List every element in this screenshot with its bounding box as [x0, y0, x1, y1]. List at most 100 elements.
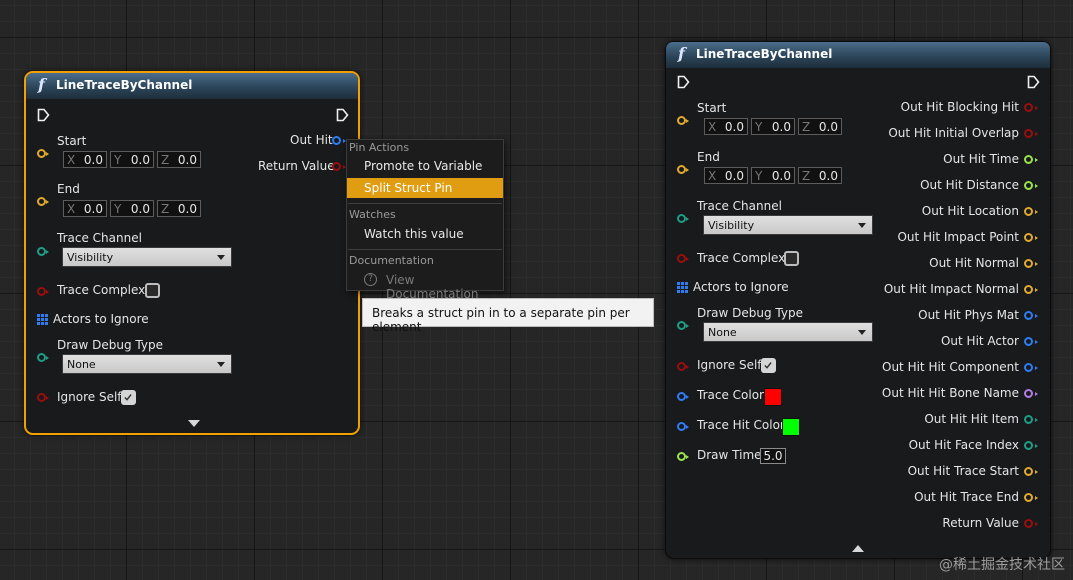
end-vector-input[interactable]: X 0.0 Y 0.0 Z 0.0	[704, 167, 842, 184]
out-hit-pin-icon[interactable]	[332, 136, 346, 145]
actors-to-ignore-label: Actors to Ignore	[53, 312, 149, 326]
end-label: End	[697, 150, 720, 164]
output-pin-icon[interactable]	[1024, 207, 1038, 216]
chevron-down-icon	[217, 362, 225, 367]
start-label: Start	[697, 101, 727, 115]
output-pin-icon[interactable]	[1024, 285, 1038, 294]
start-z-field[interactable]: Z 0.0	[157, 151, 201, 168]
draw-debug-type-label: Draw Debug Type	[57, 338, 163, 352]
trace-complex-checkbox[interactable]	[145, 283, 160, 298]
output-pin-icon[interactable]	[1024, 155, 1038, 164]
output-pin-icon[interactable]	[1024, 493, 1038, 502]
end-pin-icon[interactable]	[37, 197, 49, 206]
draw-time-input[interactable]: 5.0	[760, 448, 786, 464]
watches-header: Watches	[349, 208, 396, 221]
output-pin-icon[interactable]	[1024, 129, 1038, 138]
ignore-self-pin-icon[interactable]	[677, 362, 689, 371]
line-trace-node-left[interactable]: f LineTraceByChannel Start X 0.0 Y 0.0 Z 0.…	[24, 71, 360, 435]
trace-complex-label: Trace Complex	[697, 251, 786, 265]
end-pin-icon[interactable]	[677, 165, 689, 174]
output-label: Out Hit Initial Overlap	[888, 126, 1019, 140]
trace-hit-color-pin-icon[interactable]	[677, 422, 689, 431]
end-vector-input[interactable]: X 0.0 Y 0.0 Z 0.0	[63, 200, 201, 217]
draw-debug-type-pin-icon[interactable]	[37, 353, 49, 362]
end-x-field[interactable]: X 0.0	[63, 200, 107, 217]
output-pin-icon[interactable]	[1024, 441, 1038, 450]
ignore-self-checkbox[interactable]	[761, 358, 776, 373]
start-vector-input[interactable]: X 0.0 Y 0.0 Z 0.0	[704, 118, 842, 135]
chevron-down-icon	[858, 223, 866, 228]
draw-time-pin-icon[interactable]	[677, 452, 689, 461]
trace-color-swatch[interactable]	[764, 388, 782, 406]
end-y-field[interactable]: Y 0.0	[110, 200, 154, 217]
output-pin-icon[interactable]	[1024, 389, 1038, 398]
output-pin-icon[interactable]	[1024, 311, 1038, 320]
trace-complex-checkbox[interactable]	[784, 251, 799, 266]
watermark: @稀土掘金技术社区	[939, 557, 1065, 573]
trace-channel-dropdown[interactable]: Visibility	[703, 215, 873, 235]
node-title: LineTraceByChannel	[56, 78, 193, 92]
pin-actions-header: Pin Actions	[349, 141, 410, 154]
array-pin-icon[interactable]	[37, 314, 48, 325]
node-header[interactable]: f LineTraceByChannel	[666, 42, 1050, 68]
draw-debug-type-pin-icon[interactable]	[677, 321, 689, 330]
expand-advanced-icon[interactable]	[852, 545, 864, 552]
start-x-field[interactable]: X 0.0	[63, 151, 107, 168]
start-pin-icon[interactable]	[37, 149, 49, 158]
draw-debug-type-label: Draw Debug Type	[697, 306, 803, 320]
start-y-field[interactable]: Y 0.0	[751, 118, 795, 135]
trace-complex-pin-icon[interactable]	[37, 287, 49, 296]
output-pin-icon[interactable]	[1024, 233, 1038, 242]
pin-context-menu: Pin Actions Promote to Variable Split St…	[346, 139, 504, 301]
exec-out-pin-icon[interactable]	[1027, 75, 1040, 89]
output-pin-icon[interactable]	[1024, 467, 1038, 476]
draw-debug-type-dropdown[interactable]: None	[703, 322, 873, 342]
view-documentation-item[interactable]: ? View Documentation	[347, 270, 503, 301]
start-pin-icon[interactable]	[677, 116, 689, 125]
actors-to-ignore-label: Actors to Ignore	[693, 280, 789, 294]
start-x-field[interactable]: X 0.0	[704, 118, 748, 135]
trace-complex-pin-icon[interactable]	[677, 254, 689, 263]
ignore-self-label: Ignore Self	[57, 390, 122, 404]
trace-channel-pin-icon[interactable]	[37, 247, 49, 256]
ignore-self-pin-icon[interactable]	[37, 393, 49, 402]
end-y-field[interactable]: Y 0.0	[751, 167, 795, 184]
output-label: Out Hit Location	[921, 204, 1019, 218]
promote-to-variable-item[interactable]: Promote to Variable	[347, 156, 503, 176]
return-value-pin-icon[interactable]	[332, 162, 346, 171]
trace-channel-dropdown[interactable]: Visibility	[62, 247, 232, 267]
node-title: LineTraceByChannel	[696, 47, 833, 61]
output-pin-icon[interactable]	[1024, 181, 1038, 190]
exec-in-pin-icon[interactable]	[37, 108, 50, 122]
end-x-field[interactable]: X 0.0	[704, 167, 748, 184]
trace-color-pin-icon[interactable]	[677, 392, 689, 401]
output-label: Out Hit Trace End	[914, 490, 1019, 504]
end-z-field[interactable]: Z 0.0	[798, 167, 842, 184]
collapse-advanced-icon[interactable]	[188, 420, 200, 427]
ignore-self-checkbox[interactable]	[121, 390, 136, 405]
output-pin-icon[interactable]	[1024, 259, 1038, 268]
output-pin-icon[interactable]	[1024, 103, 1038, 112]
exec-in-pin-icon[interactable]	[677, 75, 690, 89]
output-label: Return Value	[942, 516, 1019, 530]
output-pin-icon[interactable]	[1024, 519, 1038, 528]
trace-channel-pin-icon[interactable]	[677, 214, 689, 223]
output-pin-icon[interactable]	[1024, 337, 1038, 346]
exec-out-pin-icon[interactable]	[336, 108, 349, 122]
output-label: Out Hit Impact Point	[897, 230, 1019, 244]
trace-hit-color-swatch[interactable]	[782, 418, 800, 436]
start-z-field[interactable]: Z 0.0	[798, 118, 842, 135]
watch-this-value-item[interactable]: Watch this value	[347, 224, 503, 244]
output-pin-icon[interactable]	[1024, 415, 1038, 424]
array-pin-icon[interactable]	[677, 282, 688, 293]
line-trace-node-right[interactable]: f LineTraceByChannel Start X 0.0 Y 0.0 Z 0.…	[665, 41, 1051, 559]
end-z-field[interactable]: Z 0.0	[157, 200, 201, 217]
start-y-field[interactable]: Y 0.0	[110, 151, 154, 168]
start-vector-input[interactable]: X 0.0 Y 0.0 Z 0.0	[63, 151, 201, 168]
node-header[interactable]: f LineTraceByChannel	[26, 73, 358, 99]
output-pin-icon[interactable]	[1024, 363, 1038, 372]
draw-debug-type-dropdown[interactable]: None	[62, 354, 232, 374]
output-label: Out Hit Hit Item	[924, 412, 1019, 426]
ignore-self-label: Ignore Self	[697, 358, 762, 372]
split-struct-pin-item[interactable]: Split Struct Pin	[347, 178, 503, 198]
